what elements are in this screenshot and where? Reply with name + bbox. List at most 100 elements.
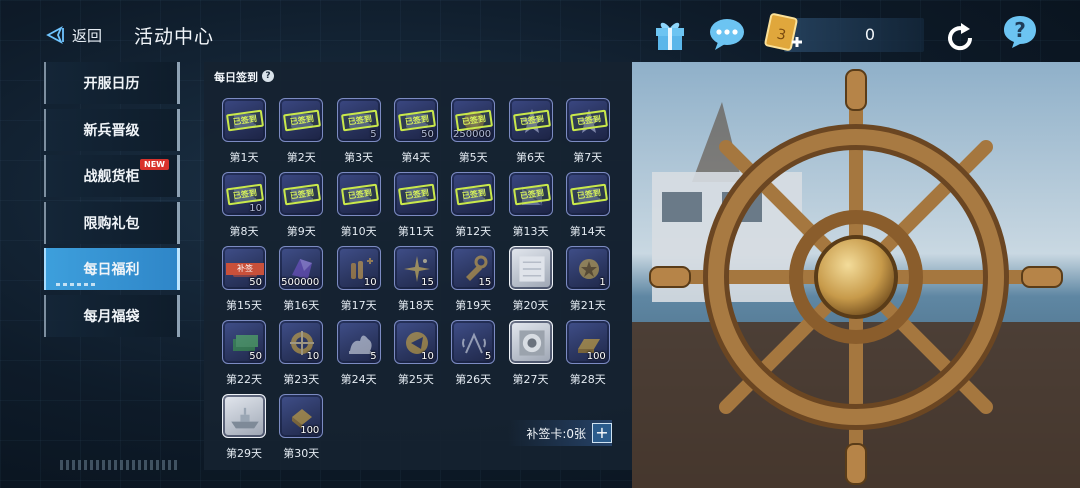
reward-day-label: 第25天 <box>397 373 434 386</box>
reward-day-6[interactable]: 已签到 第6天 <box>508 98 557 170</box>
currency-value: 0 <box>864 25 876 44</box>
reward-day-label: 第1天 <box>229 151 259 164</box>
makeup-tag: 补签 <box>226 263 264 275</box>
refresh-button[interactable] <box>942 20 978 56</box>
reward-day-23[interactable]: 10 第23天 <box>279 320 327 392</box>
reward-day-22[interactable]: 50 第22天 <box>222 320 270 392</box>
reward-quantity: 5 <box>370 129 377 140</box>
help-button[interactable]: ? <box>1002 14 1038 50</box>
makeup-card-count: 补签卡:0张 <box>526 426 586 441</box>
reward-day-label: 第9天 <box>286 225 316 238</box>
reward-day-18[interactable]: 15 第18天 <box>393 246 442 318</box>
sidebar-item-limited-pack[interactable]: 限购礼包 <box>44 201 180 244</box>
back-arrow-icon <box>46 25 64 45</box>
reward-day-label: 第28天 <box>569 373 606 386</box>
add-makeup-card-button[interactable]: + <box>592 423 612 443</box>
reward-day-label: 第11天 <box>397 225 434 238</box>
chat-icon <box>710 19 744 50</box>
sidebar-item-warship-container[interactable]: 战舰货柜 NEW <box>44 155 180 197</box>
reward-day-25[interactable]: 10 第25天 <box>393 320 442 392</box>
reward-day-16[interactable]: 500000 第16天 <box>279 246 327 318</box>
back-button[interactable]: 返回 <box>44 22 102 48</box>
sidebar-item-daily-rewards[interactable]: 每日福利 <box>44 248 180 290</box>
reward-day-4[interactable]: 50 已签到 第4天 <box>393 98 442 170</box>
reward-tile: 已签到 <box>451 172 496 216</box>
sidebar-item-label: 战舰货柜 <box>83 169 140 185</box>
reward-day-13[interactable]: 已签到 第13天 <box>508 172 557 244</box>
emblem-icon <box>518 330 545 356</box>
reward-day-3[interactable]: 5 已签到第3天 <box>336 98 385 170</box>
reward-day-21[interactable]: 1 第21天 <box>565 246 614 318</box>
reward-tile: 已签到 <box>393 172 438 216</box>
reward-day-29[interactable]: 第29天 <box>222 394 270 466</box>
reward-day-14[interactable]: 已签到 第14天 <box>565 172 614 244</box>
reward-day-26[interactable]: 5 第26天 <box>451 320 499 392</box>
reward-day-15[interactable]: 补签 50 第15天 <box>222 246 270 318</box>
reward-tile: 已签到 <box>565 172 610 216</box>
reward-tile <box>508 320 553 364</box>
reward-day-12[interactable]: 已签到第12天 <box>451 172 499 244</box>
reward-day-7[interactable]: 已签到 第7天 <box>565 98 614 170</box>
reward-tile: 1 <box>565 246 610 290</box>
reward-quantity: 50 <box>421 129 434 140</box>
reward-tile: 50 <box>222 320 266 364</box>
reward-day-label: 第26天 <box>455 373 492 386</box>
reward-tile <box>222 394 266 438</box>
reward-day-1[interactable]: 已签到 第1天 <box>222 98 270 170</box>
reward-quantity: 100 <box>300 425 320 436</box>
sidebar-item-label: 每月福袋 <box>83 308 140 325</box>
reward-day-11[interactable]: 已签到第11天 <box>393 172 442 244</box>
chat-button[interactable] <box>708 16 746 52</box>
reward-day-19[interactable]: 15 第19天 <box>451 246 499 318</box>
reward-day-label: 第29天 <box>226 447 262 460</box>
reward-day-label: 第23天 <box>283 373 320 386</box>
reward-day-5[interactable]: 250000 已签到第5天 <box>451 98 499 170</box>
reward-day-28[interactable]: 100 第28天 <box>565 320 614 392</box>
reward-tile: 50 已签到 <box>393 98 438 142</box>
reward-tile: 10 <box>279 320 324 364</box>
reward-tile: 5 已签到 <box>336 98 381 142</box>
checkin-help-icon[interactable]: ? <box>262 70 274 82</box>
top-bar: 返回 活动中心 3 0 ? <box>0 0 1080 62</box>
reward-day-24[interactable]: 5 第24天 <box>336 320 385 392</box>
reward-day-20[interactable]: 第20天 <box>508 246 557 318</box>
reward-tile: 已签到 <box>565 98 610 142</box>
gift-button[interactable] <box>652 16 688 52</box>
help-icon: ? <box>1004 16 1036 48</box>
reward-day-8[interactable]: 10 已签到 第8天 <box>222 172 270 244</box>
reward-tile: 250000 已签到 <box>451 98 496 142</box>
reward-day-27[interactable]: 第27天 <box>508 320 557 392</box>
reward-day-2[interactable]: 已签到 第2天 <box>279 98 327 170</box>
voucher-card-icon: 3 <box>764 13 802 51</box>
sidebar-item-monthly-bag[interactable]: 每月福袋 <box>44 294 180 337</box>
reward-day-label: 第22天 <box>226 373 262 386</box>
reward-day-9[interactable]: 已签到 第9天 <box>279 172 327 244</box>
reward-tile: 已签到 <box>336 172 381 216</box>
gift-icon <box>656 22 684 50</box>
sidebar-item-launch-calendar[interactable]: 开服日历 <box>44 62 180 104</box>
refresh-icon <box>948 23 973 51</box>
reward-quantity: 15 <box>478 277 492 288</box>
ship-wheel-illustration <box>632 62 1080 488</box>
reward-day-label: 第12天 <box>455 225 492 238</box>
reward-tile: 100 <box>279 394 324 438</box>
reward-quantity: 100 <box>586 351 606 362</box>
sidebar-item-recruit-promotion[interactable]: 新兵晋级 <box>44 108 180 151</box>
reward-quantity: 50 <box>249 277 262 288</box>
reward-tile: 5 <box>451 320 496 364</box>
daily-checkin-panel: 每日签到 ? 已签到 第1天 已签到 第2天 5 已签到 第3天 50 已签到 第4天 250000… <box>204 62 632 470</box>
reward-day-30[interactable]: 100 第30天 <box>279 394 327 466</box>
reward-tile: 10 <box>393 320 438 364</box>
reward-quantity: 10 <box>249 203 262 214</box>
reward-quantity: 50 <box>249 351 262 362</box>
reward-quantity: 5 <box>370 351 377 362</box>
sidebar: 开服日历 新兵晋级 战舰货柜 NEW 限购礼包 每日福利 每月福袋 <box>44 62 180 341</box>
voucher-card-button[interactable]: 3 <box>762 12 806 56</box>
reward-day-label: 第3天 <box>344 151 374 164</box>
reward-day-17[interactable]: 10 第17天 <box>336 246 385 318</box>
reward-day-10[interactable]: 已签到第10天 <box>336 172 385 244</box>
reward-day-label: 第10天 <box>340 225 377 238</box>
reward-day-label: 第5天 <box>458 151 488 164</box>
reward-tile: 15 <box>451 246 496 290</box>
ship-wheel-icon <box>632 62 1080 488</box>
